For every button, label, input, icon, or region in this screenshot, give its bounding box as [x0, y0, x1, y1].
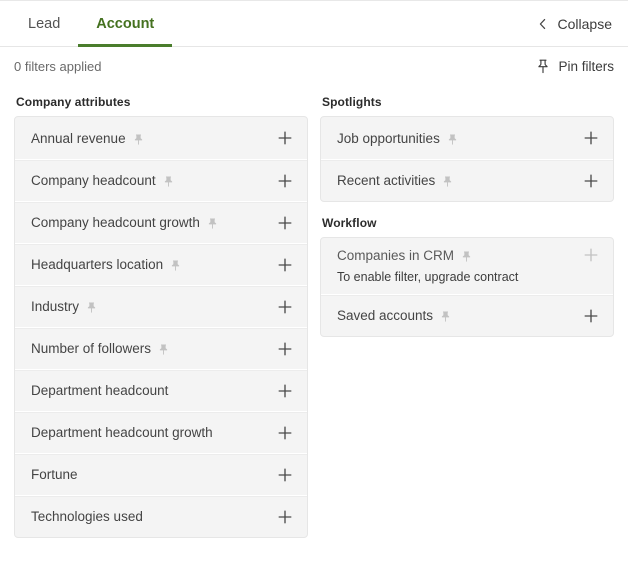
filters-applied-count: 0 filters applied: [14, 58, 102, 74]
plus-icon[interactable]: [277, 467, 293, 483]
filter-section: Workflow Companies in CRM To enable filter…: [320, 216, 614, 337]
plus-icon[interactable]: [277, 509, 293, 525]
tab-account-label: Account: [96, 15, 155, 32]
filter-row-main: Job opportunities: [337, 130, 599, 146]
plus-icon[interactable]: [277, 341, 293, 357]
pin-icon: [207, 218, 218, 229]
section-title: Workflow: [322, 216, 377, 230]
right-column: Spotlights Job opportunities Recent activi…: [320, 89, 614, 538]
plus-icon: [583, 247, 599, 263]
filter-row-label: Number of followers: [31, 341, 152, 356]
chevron-left-icon: [537, 18, 549, 30]
filter-row[interactable]: Industry: [15, 285, 307, 327]
filter-row-main: Recent activities: [337, 173, 599, 189]
filter-row-main: Technologies used: [31, 509, 293, 525]
pin-icon: [158, 344, 169, 355]
collapse-button[interactable]: Collapse: [527, 1, 628, 46]
filter-row-label: Technologies used: [31, 509, 143, 524]
pin-icon: [163, 176, 174, 187]
filter-row-label: Job opportunities: [337, 130, 440, 146]
tab-lead-label: Lead: [28, 15, 61, 32]
filter-row-main: Department headcount growth: [31, 425, 293, 441]
filter-row[interactable]: Technologies used: [15, 495, 307, 537]
filter-row-main: Fortune: [31, 467, 293, 483]
filter-row-main: Company headcount: [31, 173, 293, 189]
filter-row-label: Headquarters location: [31, 257, 164, 272]
filter-row-main: Company headcount growth: [31, 215, 293, 231]
filter-row[interactable]: Department headcount growth: [15, 411, 307, 453]
pin-icon: [86, 302, 97, 313]
pin-icon: [536, 59, 550, 74]
filter-row-label: Company headcount: [31, 173, 156, 188]
filter-row[interactable]: Company headcount growth: [15, 201, 307, 243]
filter-row[interactable]: Saved accounts: [321, 294, 613, 336]
tab-bar: Lead Account Collapse: [0, 1, 628, 47]
filter-row-label: Company headcount growth: [31, 215, 200, 230]
filter-row-main: Annual revenue: [31, 130, 293, 146]
filter-row[interactable]: Fortune: [15, 453, 307, 495]
tab-lead[interactable]: Lead: [10, 1, 78, 46]
filter-card: Annual revenue Company headcount Company h…: [14, 116, 308, 538]
filter-row-label: Saved accounts: [337, 308, 434, 323]
filter-row-label: Companies in CRM: [337, 247, 455, 263]
pin-icon: [440, 311, 451, 322]
tab-account[interactable]: Account: [78, 1, 173, 47]
filter-row-label: Department headcount growth: [31, 425, 213, 440]
filter-row-label: Industry: [31, 299, 80, 314]
pin-icon: [133, 133, 144, 145]
pin-icon: [170, 260, 181, 271]
plus-icon[interactable]: [277, 215, 293, 231]
filter-row[interactable]: Recent activities: [321, 159, 613, 201]
plus-icon[interactable]: [277, 130, 293, 146]
pin-icon: [461, 250, 472, 262]
filter-row-label: Fortune: [31, 467, 78, 482]
pin-icon: [447, 133, 458, 145]
filter-row-main: Headquarters location: [31, 257, 293, 273]
pin-filters-button[interactable]: Pin filters: [536, 59, 614, 74]
filter-row-main: Department headcount: [31, 383, 293, 399]
filter-row[interactable]: Company headcount: [15, 159, 307, 201]
collapse-label: Collapse: [557, 15, 612, 32]
plus-icon[interactable]: [583, 130, 599, 146]
plus-icon[interactable]: [277, 173, 293, 189]
filter-row[interactable]: Department headcount: [15, 369, 307, 411]
filter-row-main: Industry: [31, 299, 293, 315]
plus-icon[interactable]: [583, 173, 599, 189]
filter-row-main: Companies in CRM: [337, 247, 599, 263]
filter-panel: Lead Account Collapse 0 filters applied: [0, 0, 628, 568]
filter-columns: Company attributes Annual revenue Company …: [0, 85, 628, 538]
filter-row-sublabel: To enable filter, upgrade contract: [337, 270, 519, 284]
filter-section: Spotlights Job opportunities Recent activi…: [320, 95, 614, 202]
section-title: Company attributes: [16, 95, 131, 109]
filter-section: Company attributes Annual revenue Company …: [14, 95, 308, 538]
filter-row[interactable]: Number of followers: [15, 327, 307, 369]
plus-icon[interactable]: [277, 425, 293, 441]
filter-row-label: Annual revenue: [31, 130, 126, 146]
filter-row-label: Recent activities: [337, 173, 436, 188]
filter-row-main: Saved accounts: [337, 308, 599, 324]
filter-row[interactable]: Headquarters location: [15, 243, 307, 285]
plus-icon[interactable]: [277, 257, 293, 273]
pin-icon: [442, 176, 453, 187]
filter-row[interactable]: Annual revenue: [15, 117, 307, 159]
plus-icon[interactable]: [277, 383, 293, 399]
left-column: Company attributes Annual revenue Company …: [14, 89, 308, 538]
plus-icon[interactable]: [277, 299, 293, 315]
section-title: Spotlights: [322, 95, 382, 109]
filter-row: Companies in CRM To enable filter, upgrad…: [321, 238, 613, 294]
filter-card: Companies in CRM To enable filter, upgrad…: [320, 237, 614, 337]
filter-row-main: Number of followers: [31, 341, 293, 357]
filter-card: Job opportunities Recent activities: [320, 116, 614, 202]
filter-row-label: Department headcount: [31, 383, 169, 398]
filter-row[interactable]: Job opportunities: [321, 117, 613, 159]
pin-filters-label: Pin filters: [558, 58, 614, 74]
plus-icon[interactable]: [583, 308, 599, 324]
filters-applied-bar: 0 filters applied Pin filters: [0, 47, 628, 85]
